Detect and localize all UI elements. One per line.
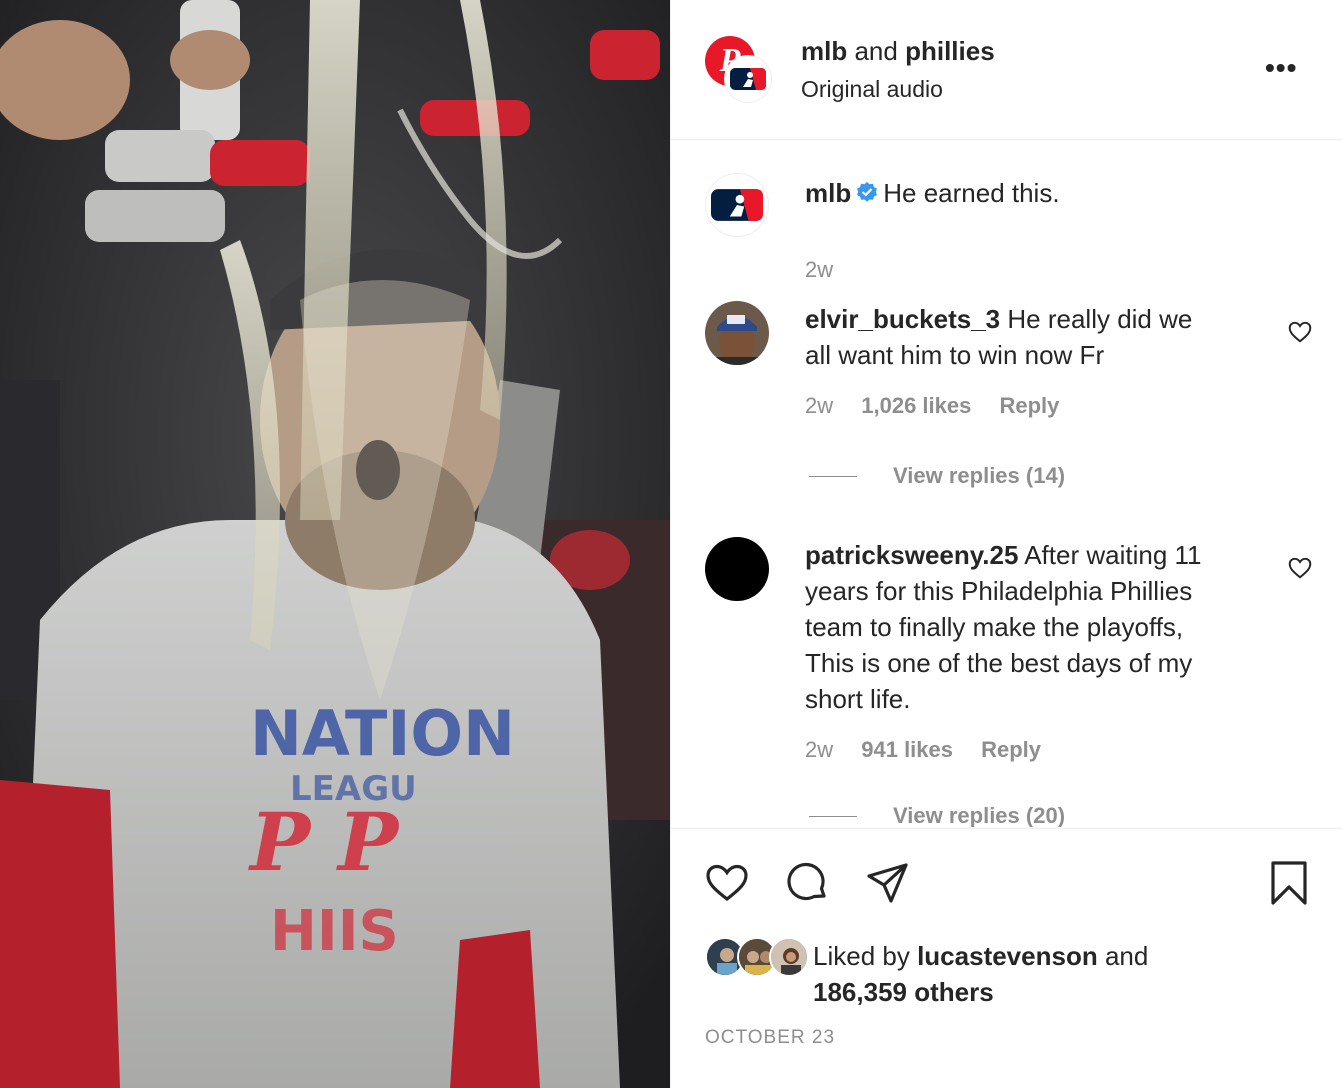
- author-mlb-link[interactable]: mlb: [801, 36, 847, 66]
- mlb-avatar[interactable]: [705, 173, 769, 237]
- authors-connector: and: [854, 36, 898, 66]
- liked-by-line: Liked by lucastevenson and: [813, 941, 1148, 972]
- like-comment-heart-icon[interactable]: [1287, 319, 1313, 345]
- comment-body-line5: short life.: [805, 684, 911, 714]
- collab-avatars[interactable]: P: [705, 36, 771, 102]
- mlb-avatar-small[interactable]: [725, 56, 771, 102]
- comment-meta: 2w 941 likes Reply: [805, 737, 1063, 763]
- original-audio-link[interactable]: Original audio: [801, 76, 943, 103]
- reply-button[interactable]: Reply: [981, 737, 1041, 762]
- svg-text:NATION: NATION: [250, 697, 515, 770]
- post-authors: mlb and phillies: [801, 36, 995, 67]
- view-replies-label: View replies (20): [893, 803, 1066, 827]
- user-photo: [771, 939, 807, 975]
- share-send-icon[interactable]: [863, 859, 911, 907]
- comment-username[interactable]: patricksweeny.25: [805, 540, 1018, 570]
- comment-text: elvir_buckets_3 He really did we all wan…: [805, 301, 1255, 373]
- comment-likes[interactable]: 1,026 likes: [861, 393, 971, 418]
- comment-time[interactable]: 2w: [805, 393, 833, 418]
- liked-by-connector: and: [1104, 941, 1149, 971]
- celebration-video-frame: NATION LEAGU P P HIIS: [0, 0, 670, 1088]
- comment-likes[interactable]: 941 likes: [861, 737, 953, 762]
- verified-badge-icon: [857, 182, 878, 202]
- post-footer: Liked by lucastevenson and 186,359 other…: [671, 828, 1342, 1088]
- svg-text:HIIS: HIIS: [270, 899, 399, 964]
- save-bookmark-icon[interactable]: [1265, 859, 1313, 907]
- caption-username[interactable]: mlb: [805, 178, 851, 208]
- liker-avatar[interactable]: [769, 937, 809, 977]
- comment-body-line4: This is one of the best days of my: [805, 648, 1193, 678]
- caption-time[interactable]: 2w: [805, 257, 833, 282]
- caption-text: mlb He earned this.: [805, 175, 1255, 211]
- comments-list[interactable]: mlb He earned this. 2w elvir_buckets_3 H…: [671, 141, 1342, 827]
- comment-body-line1: After waiting 11: [1024, 540, 1202, 570]
- post-detail-panel: P mlb and phillies Original audio ••• ml…: [670, 0, 1342, 1088]
- caption-meta: 2w: [805, 257, 855, 283]
- view-replies-button[interactable]: View replies (20): [808, 803, 1066, 827]
- reply-button[interactable]: Reply: [999, 393, 1059, 418]
- post-header: P mlb and phillies Original audio •••: [671, 0, 1342, 140]
- comment-meta: 2w 1,026 likes Reply: [805, 393, 1081, 419]
- user-photo: [705, 301, 769, 365]
- comment-icon[interactable]: [783, 859, 831, 907]
- comment-body-line2: all want him to win now Fr: [805, 340, 1105, 370]
- patricksweeny-avatar[interactable]: [705, 537, 769, 601]
- comment-body-line3: team to finally make the playoffs,: [805, 612, 1184, 642]
- comment-body-line2: years for this Philadelphia Phillies: [805, 576, 1193, 606]
- comment-time[interactable]: 2w: [805, 737, 833, 762]
- comment-text: patricksweeny.25 After waiting 11 years …: [805, 537, 1255, 717]
- post-media-video[interactable]: NATION LEAGU P P HIIS: [0, 0, 670, 1088]
- likes-count-link[interactable]: 186,359 others: [813, 977, 994, 1008]
- like-comment-heart-icon[interactable]: [1287, 555, 1313, 581]
- liker-avatars: [705, 937, 809, 977]
- caption-body: He earned this.: [883, 178, 1060, 208]
- like-heart-icon[interactable]: [703, 859, 751, 907]
- post-date[interactable]: OCTOBER 23: [705, 1027, 835, 1049]
- mlb-logo-icon: [730, 68, 766, 90]
- liked-by-prefix: Liked by: [813, 941, 910, 971]
- comment-body-line1: He really did we: [1007, 304, 1193, 334]
- elvir-buckets-avatar[interactable]: [705, 301, 769, 365]
- comment-username[interactable]: elvir_buckets_3: [805, 304, 1000, 334]
- more-options-icon[interactable]: •••: [1265, 52, 1305, 84]
- mlb-logo-icon: [711, 189, 763, 221]
- svg-text:P P: P P: [248, 795, 401, 889]
- view-replies-label: View replies (14): [893, 463, 1066, 488]
- view-replies-button[interactable]: View replies (14): [808, 463, 1066, 489]
- liked-by-user-link[interactable]: lucastevenson: [917, 941, 1098, 971]
- author-phillies-link[interactable]: phillies: [905, 36, 995, 66]
